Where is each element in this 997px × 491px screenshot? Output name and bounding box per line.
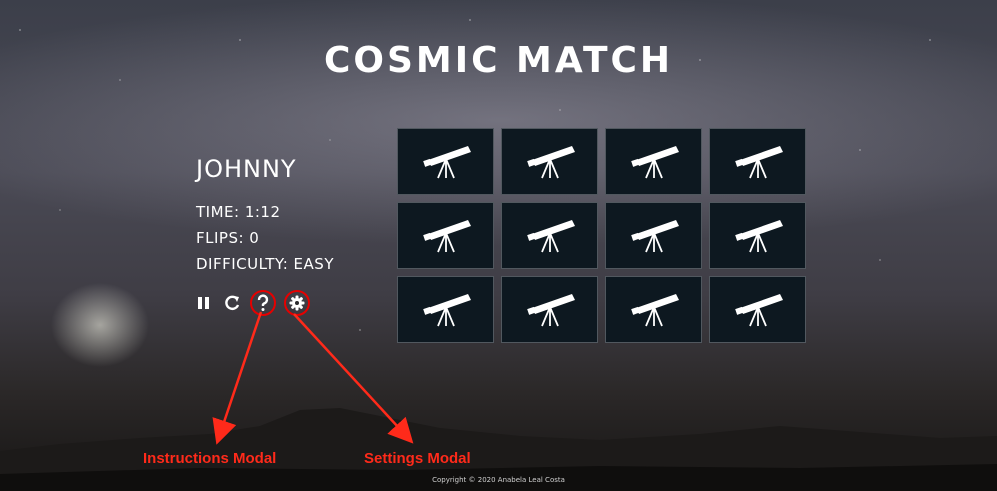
telescope-icon [733, 144, 784, 179]
telescope-icon [525, 144, 576, 179]
telescope-icon [733, 292, 784, 327]
card[interactable] [397, 202, 494, 269]
card[interactable] [501, 202, 598, 269]
card[interactable] [605, 128, 702, 195]
telescope-icon [421, 144, 472, 179]
card[interactable] [605, 202, 702, 269]
restart-icon [225, 295, 240, 311]
time-stat: TIME: 1:12 [196, 203, 281, 221]
telescope-icon [421, 292, 472, 327]
settings-icon [289, 295, 305, 311]
help-button[interactable] [250, 290, 276, 316]
card-grid [397, 128, 806, 343]
settings-modal-label: Settings Modal [364, 450, 471, 467]
difficulty-stat: DIFFICULTY: EASY [196, 255, 334, 273]
telescope-icon [629, 218, 680, 253]
card[interactable] [397, 276, 494, 343]
settings-button[interactable] [284, 290, 310, 316]
card[interactable] [709, 276, 806, 343]
player-name: JOHNNY [196, 155, 297, 183]
telescope-icon [629, 144, 680, 179]
card[interactable] [605, 276, 702, 343]
game-title: COSMIC MATCH [323, 40, 674, 81]
telescope-icon [733, 218, 784, 253]
restart-button[interactable] [222, 293, 242, 313]
help-icon [257, 294, 269, 311]
card[interactable] [709, 202, 806, 269]
pause-button[interactable] [194, 293, 214, 313]
flips-stat: FLIPS: 0 [196, 229, 260, 247]
telescope-icon [421, 218, 472, 253]
copyright-footer: Copyright © 2020 Anabela Leal Costa [432, 476, 565, 484]
card[interactable] [709, 128, 806, 195]
telescope-icon [629, 292, 680, 327]
player-panel: JOHNNY TIME: 1:12 FLIPS: 0 DIFFICULTY: E… [196, 155, 334, 277]
card[interactable] [501, 276, 598, 343]
card[interactable] [501, 128, 598, 195]
card[interactable] [397, 128, 494, 195]
instructions-modal-label: Instructions Modal [143, 450, 277, 467]
game-controls [194, 290, 310, 316]
telescope-icon [525, 292, 576, 327]
telescope-icon [525, 218, 576, 253]
pause-icon [198, 297, 209, 309]
